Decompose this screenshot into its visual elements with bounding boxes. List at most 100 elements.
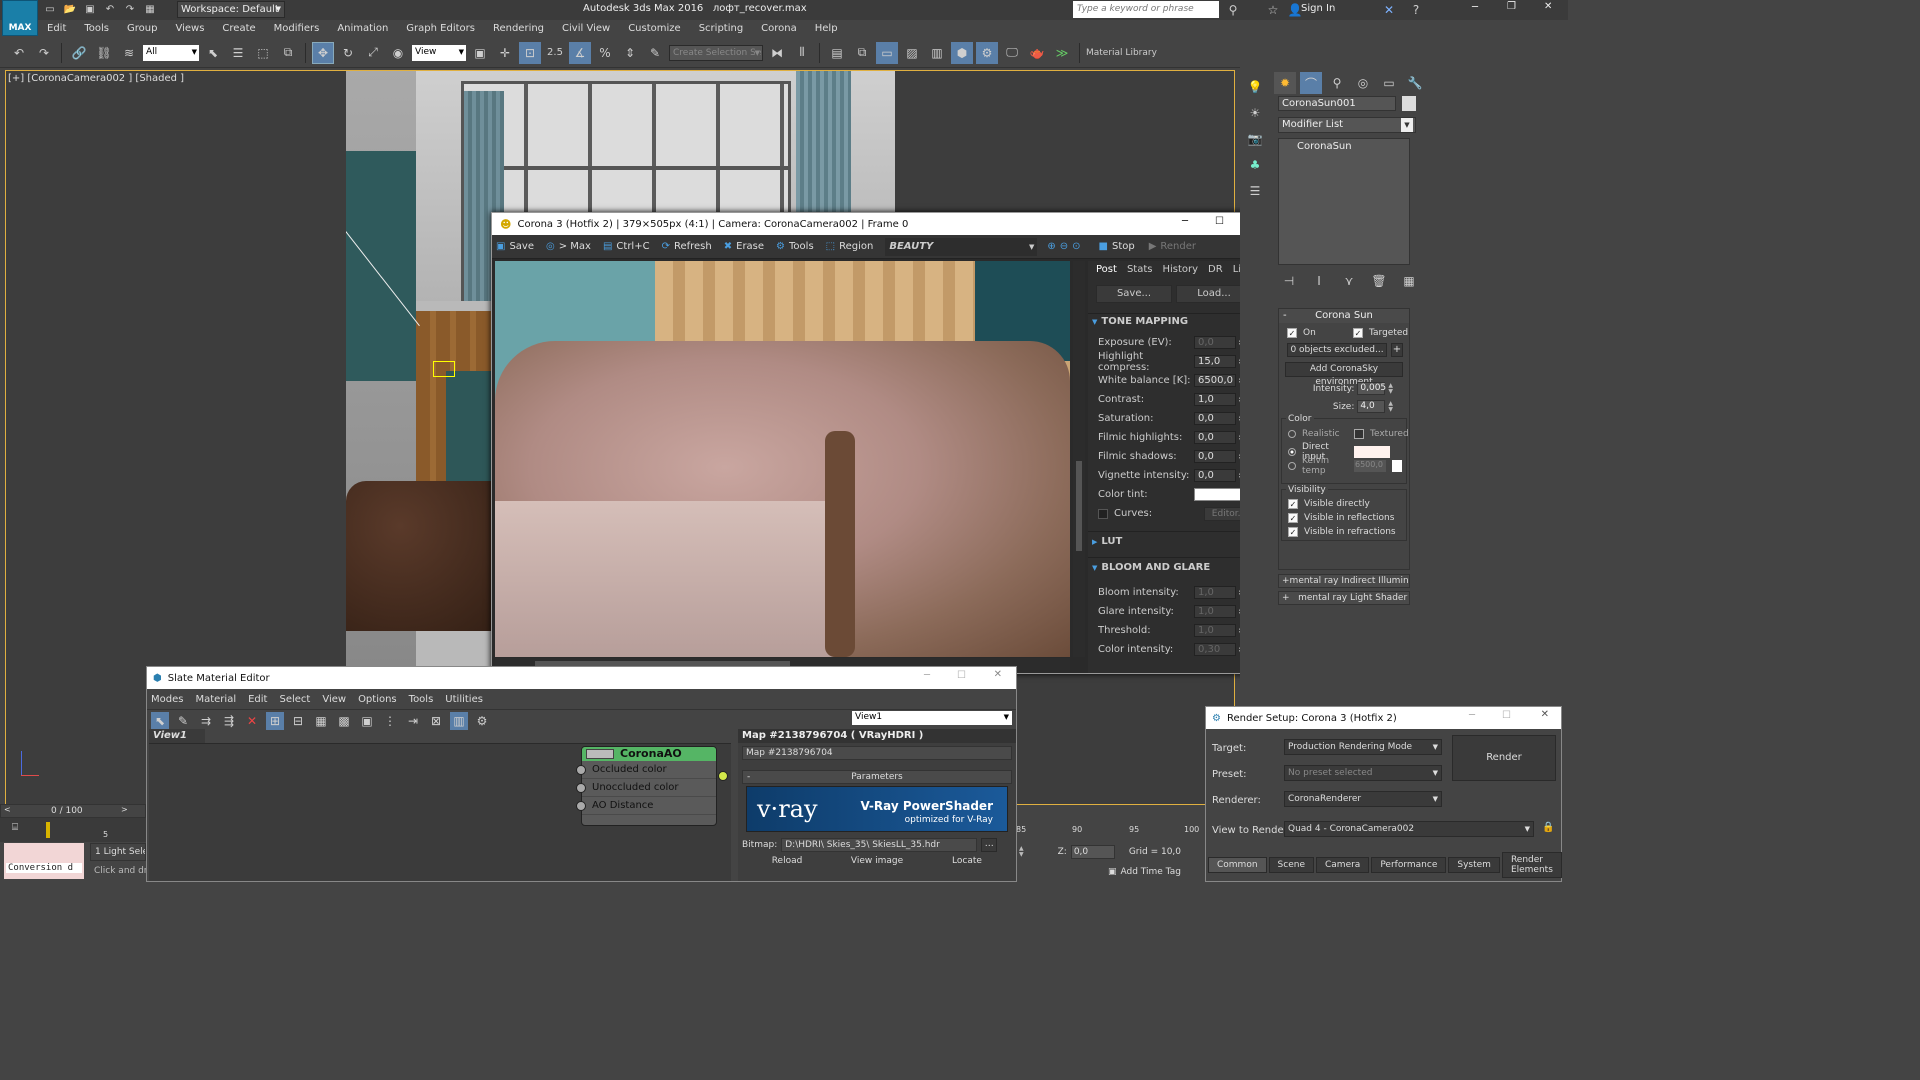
keyboard-shortcut-icon[interactable]: ⊡ — [519, 41, 541, 64]
tab-post[interactable]: Post — [1096, 264, 1117, 275]
project-icon[interactable]: ▦ — [142, 1, 158, 17]
configure-sets-icon[interactable]: ▦ — [1398, 270, 1420, 292]
node-output-socket[interactable] — [718, 771, 728, 781]
key-filter-icon[interactable]: ⌸ — [12, 822, 18, 833]
material-library-button[interactable]: Material Library — [1086, 48, 1157, 58]
maximize-button[interactable]: ☐ — [957, 670, 966, 681]
menu-item-views[interactable]: Views — [166, 20, 213, 37]
camera-icon[interactable]: 📷 — [1244, 128, 1266, 150]
unlink-icon[interactable]: ⛓ — [93, 42, 115, 64]
node-slot[interactable]: AO Distance — [576, 797, 716, 815]
vfb-vscroll[interactable] — [1073, 261, 1085, 657]
parameters-rollout-header[interactable]: - Parameters — [742, 770, 1012, 784]
slate-menu-tools[interactable]: Tools — [409, 694, 434, 705]
align-icon[interactable]: ⫴ — [791, 42, 813, 64]
render-button[interactable]: Render — [1452, 735, 1556, 781]
move-children-icon[interactable]: ⊞ — [266, 711, 284, 730]
tab-stats[interactable]: Stats — [1127, 264, 1153, 275]
tone-param-field[interactable]: 0,0 — [1194, 469, 1236, 482]
window-crossing-icon[interactable]: ⧉ — [277, 42, 299, 64]
close-button[interactable]: ✕ — [994, 669, 1002, 680]
z-coord-field[interactable]: 0,0 — [1070, 845, 1115, 859]
minimize-button[interactable]: ─ — [1469, 710, 1475, 721]
curves-checkbox[interactable] — [1098, 508, 1108, 519]
scene-explorer-icon[interactable]: ▤ — [826, 42, 848, 64]
vfb-erase-button[interactable]: Erase — [736, 241, 764, 252]
add-corona-sky-button[interactable]: Add CoronaSky environment — [1285, 362, 1403, 387]
close-button[interactable]: ✕ — [1541, 709, 1549, 720]
zoom-out-icon[interactable]: ⊖ — [1060, 241, 1068, 252]
toggle-ribbon-icon[interactable]: ▭ — [876, 41, 898, 64]
kelvin-swatch[interactable] — [1392, 460, 1402, 472]
tone-param-field[interactable]: 0,0 — [1194, 431, 1236, 444]
textured-checkbox[interactable] — [1354, 429, 1364, 439]
select-tool-icon[interactable]: ⬉ — [151, 711, 169, 730]
modifier-stack[interactable]: CoronaSun — [1278, 138, 1410, 265]
vfb-region-button[interactable]: Region — [839, 241, 873, 252]
tone-param-field[interactable]: 0,0 — [1194, 336, 1236, 349]
vfb-stop-button[interactable]: Stop — [1112, 241, 1135, 252]
menu-item-help[interactable]: Help — [806, 20, 847, 37]
node-input-socket[interactable] — [576, 801, 586, 811]
corona-ao-node[interactable]: CoronaAO Occluded color Unoccluded color A… — [576, 746, 728, 826]
make-unique-icon[interactable]: ⋎ — [1338, 270, 1360, 292]
angle-snap-icon[interactable]: ∡ — [569, 41, 591, 64]
background-icon[interactable]: ▩ — [335, 712, 353, 730]
render-setup-icon[interactable]: ⚙ — [976, 41, 998, 64]
preset-dropdown[interactable]: No preset selected ▼ — [1284, 765, 1442, 781]
select-by-material-icon[interactable]: ▥ — [450, 711, 468, 730]
realistic-radio[interactable] — [1288, 430, 1296, 438]
render-pass-dropdown[interactable]: BEAUTY ▼ — [885, 237, 1038, 256]
rect-region-icon[interactable]: ⬚ — [252, 42, 274, 64]
coord-spinner[interactable]: ▲ ▼ — [1019, 846, 1024, 858]
menu-item-group[interactable]: Group — [118, 20, 166, 37]
expand-toolbar-icon[interactable]: ≫ — [1051, 42, 1073, 64]
exclude-button[interactable]: 0 objects excluded... — [1287, 343, 1387, 357]
material-map-nav-icon[interactable]: ⇥ — [404, 712, 422, 730]
visible-reflections-checkbox[interactable]: ✓ — [1288, 513, 1298, 523]
percent-snap-icon[interactable]: % — [594, 42, 616, 64]
show-end-result-icon[interactable]: I — [1308, 270, 1330, 292]
create-tab-icon[interactable]: ✹ — [1274, 72, 1296, 94]
reload-button[interactable]: Reload — [757, 856, 817, 866]
bloom-param-field[interactable]: 1,0 — [1194, 586, 1236, 599]
slate-menu-edit[interactable]: Edit — [248, 694, 267, 705]
vfb-save-preset-button[interactable]: Save... — [1096, 285, 1172, 303]
redo-icon[interactable]: ↷ — [33, 42, 55, 64]
time-slider[interactable]: < 0 / 100 > — [0, 804, 146, 818]
visible-refractions-checkbox[interactable]: ✓ — [1288, 527, 1298, 537]
size-field[interactable]: 4,0 — [1357, 400, 1386, 413]
timeline-track[interactable]: ⌸ 5 — [0, 818, 146, 842]
sun-icon[interactable]: ☀ — [1244, 102, 1266, 124]
rotate-icon[interactable]: ↻ — [337, 42, 359, 64]
color-tint-swatch[interactable] — [1194, 488, 1244, 501]
bloom-param-field[interactable]: 0,30 — [1194, 643, 1236, 656]
layout-children-icon[interactable]: ⋮ — [381, 712, 399, 730]
menu-item-animation[interactable]: Animation — [328, 20, 397, 37]
browse-bitmap-button[interactable]: … — [981, 838, 998, 852]
pin-stack-icon[interactable]: ⊣ — [1278, 270, 1300, 292]
vfb-refresh-button[interactable]: Refresh — [674, 241, 712, 252]
mr-shader-rollout[interactable]: + mental ray Light Shader — [1278, 591, 1410, 605]
on-checkbox[interactable]: ✓ — [1287, 328, 1297, 338]
zoom-in-icon[interactable]: ⊕ — [1047, 241, 1055, 252]
render-image[interactable] — [495, 261, 1070, 657]
vfb-copy-button[interactable]: Ctrl+C — [616, 241, 649, 252]
size-spinner[interactable]: ▲ ▼ — [1388, 400, 1393, 413]
workspace-dropdown[interactable]: Workspace: Default ▼ — [177, 1, 285, 18]
maximize-button[interactable]: ☐ — [1502, 710, 1511, 721]
menu-item-corona[interactable]: Corona — [752, 20, 806, 37]
redo-icon[interactable]: ↷ — [122, 1, 138, 17]
locate-button[interactable]: Locate — [937, 856, 997, 866]
minimize-button[interactable]: ─ — [1472, 2, 1478, 13]
zoom-extents-icon[interactable]: ⚙ — [473, 712, 491, 730]
render-tab-performance[interactable]: Performance — [1371, 857, 1447, 873]
targeted-checkbox[interactable]: ✓ — [1353, 328, 1363, 338]
maximize-button[interactable]: ☐ — [1215, 216, 1224, 227]
edit-named-sel-icon[interactable]: ✎ — [644, 42, 666, 64]
tone-param-field[interactable]: 1,0 — [1194, 393, 1236, 406]
bloom-param-field[interactable]: 1,0 — [1194, 624, 1236, 637]
trees-icon[interactable]: ♣ — [1244, 154, 1266, 176]
save-file-icon[interactable]: ▣ — [82, 1, 98, 17]
tone-param-field[interactable]: 6500,0 — [1194, 374, 1236, 387]
